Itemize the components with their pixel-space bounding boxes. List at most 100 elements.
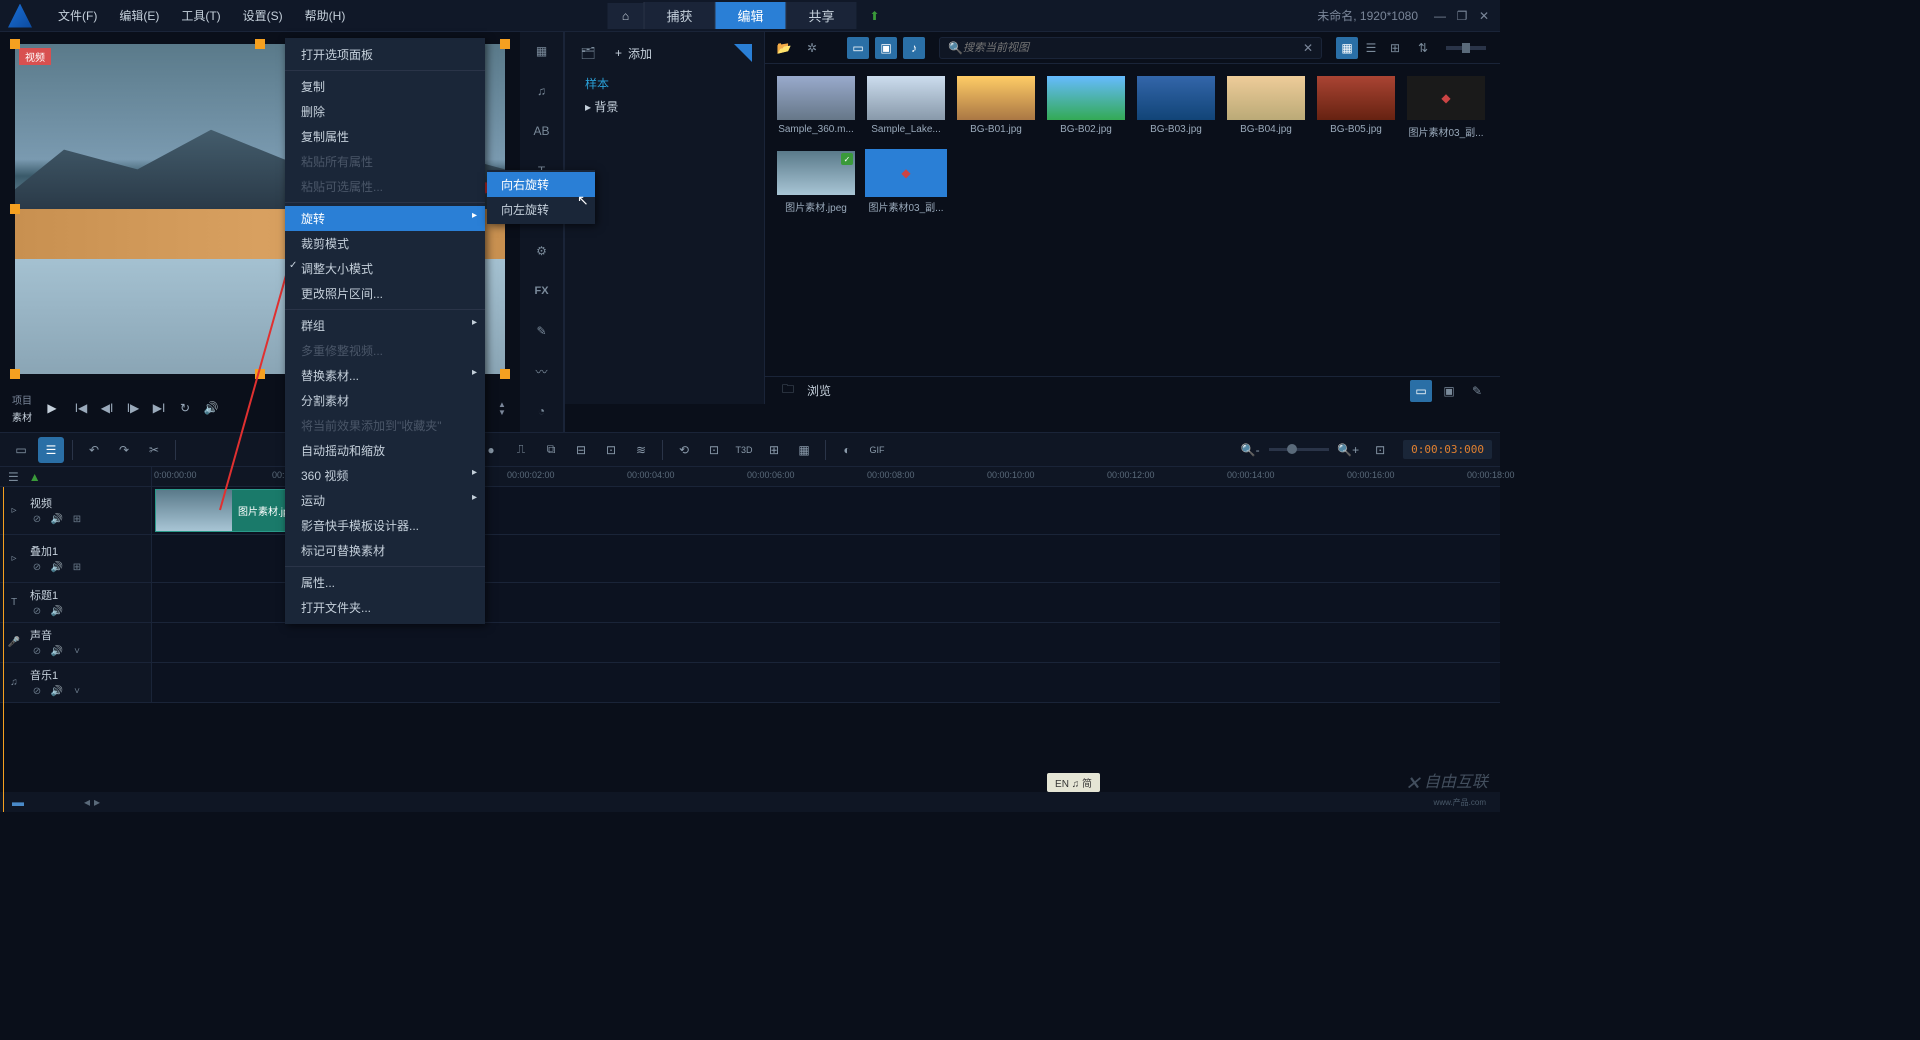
cm-resize-mode[interactable]: 调整大小模式: [285, 256, 485, 281]
track-content[interactable]: [152, 663, 1500, 702]
resize-handle[interactable]: [500, 369, 510, 379]
add-button[interactable]: + 添加: [607, 43, 660, 64]
loop-button[interactable]: ↻: [176, 399, 194, 417]
timeline-view-icon[interactable]: ☰: [38, 437, 64, 463]
thumb-item[interactable]: BG-B01.jpg: [957, 76, 1035, 139]
track-lock-icon[interactable]: ⊘: [30, 645, 44, 659]
music-tool-icon[interactable]: ♫: [528, 80, 556, 102]
filter-tool-icon[interactable]: ⚙: [528, 240, 556, 262]
cm-copy-attrs[interactable]: 复制属性: [285, 124, 485, 149]
volume-button[interactable]: 🔊: [202, 399, 220, 417]
multicam-icon[interactable]: ⊞: [761, 437, 787, 463]
cm-open-folder[interactable]: 打开文件夹...: [285, 595, 485, 620]
next-frame-button[interactable]: I▶: [124, 399, 142, 417]
cm-group[interactable]: 群组: [285, 313, 485, 338]
media-tool-icon[interactable]: ▦: [528, 40, 556, 62]
filter-audio-icon[interactable]: ♪: [903, 37, 925, 59]
timecode-down[interactable]: ▼: [496, 408, 508, 416]
undo-icon[interactable]: ↶: [81, 437, 107, 463]
resize-handle[interactable]: [10, 204, 20, 214]
thumb-item[interactable]: BG-B04.jpg: [1227, 76, 1305, 139]
menu-help[interactable]: 帮助(H): [295, 3, 356, 28]
track-fx-icon[interactable]: ⊞: [70, 561, 84, 575]
track-expand-icon[interactable]: ˅: [70, 645, 84, 659]
subtitle-icon[interactable]: ⊡: [598, 437, 624, 463]
play-button[interactable]: ▶: [40, 396, 64, 420]
ripple-icon[interactable]: ≋: [628, 437, 654, 463]
thumb-item[interactable]: ✓图片素材.jpeg: [777, 151, 855, 214]
mixer-icon[interactable]: ⎍: [508, 437, 534, 463]
thumb-item[interactable]: ◆图片素材03_副...: [867, 151, 945, 214]
thumb-item[interactable]: BG-B02.jpg: [1047, 76, 1125, 139]
material-mode-label[interactable]: 素材: [12, 409, 32, 424]
footer-icon-3[interactable]: ✎: [1466, 380, 1488, 402]
gif-icon[interactable]: GIF: [864, 437, 890, 463]
pan-zoom-icon[interactable]: ▦: [791, 437, 817, 463]
tab-share[interactable]: 共享: [786, 2, 857, 29]
path-tool-icon[interactable]: 〰: [528, 360, 556, 382]
timecode-up[interactable]: ▲: [496, 400, 508, 408]
resize-handle[interactable]: [500, 39, 510, 49]
track-mute-icon[interactable]: 🔊: [50, 605, 64, 619]
browse-folder-icon[interactable]: 🗀: [777, 380, 799, 402]
search-input[interactable]: [963, 42, 1303, 54]
tab-edit[interactable]: 编辑: [714, 2, 785, 29]
scroll-icon[interactable]: ⟲: [671, 437, 697, 463]
menu-file[interactable]: 文件(F): [48, 3, 107, 28]
t3d-icon[interactable]: T3D: [731, 437, 757, 463]
zoom-out-icon[interactable]: 🔍-: [1237, 437, 1263, 463]
tab-capture[interactable]: 捕获: [643, 2, 714, 29]
go-end-button[interactable]: ▶I: [150, 399, 168, 417]
go-start-button[interactable]: I◀: [72, 399, 90, 417]
track-mute-icon[interactable]: 🔊: [50, 561, 64, 575]
search-clear-icon[interactable]: ✕: [1303, 41, 1313, 55]
cut-icon[interactable]: ✂: [141, 437, 167, 463]
thumb-size-slider[interactable]: [1446, 46, 1486, 50]
resize-handle[interactable]: [10, 369, 20, 379]
scroll-left-icon[interactable]: ◂: [84, 795, 90, 809]
footer-icon-1[interactable]: ▭: [1410, 380, 1432, 402]
cm-replace[interactable]: 替换素材...: [285, 363, 485, 388]
transition-tool-icon[interactable]: AB: [528, 120, 556, 142]
cm-properties[interactable]: 属性...: [285, 570, 485, 595]
cm-rotate[interactable]: 旋转: [285, 206, 485, 231]
filter-video-icon[interactable]: ▭: [847, 37, 869, 59]
import-folder-icon[interactable]: 📂: [773, 37, 795, 59]
cm-motion[interactable]: 运动: [285, 488, 485, 513]
cm-copy[interactable]: 复制: [285, 74, 485, 99]
track-lock-icon[interactable]: ⊘: [30, 685, 44, 699]
corner-flag[interactable]: [734, 44, 752, 62]
resize-handle[interactable]: [255, 39, 265, 49]
chapter-icon[interactable]: ⊟: [568, 437, 594, 463]
mask-icon[interactable]: ◐: [834, 437, 860, 463]
cm-open-options[interactable]: 打开选项面板: [285, 42, 485, 67]
view-list-icon[interactable]: ☰: [1360, 37, 1382, 59]
cm-photo-interval[interactable]: 更改照片区间...: [285, 281, 485, 306]
playhead[interactable]: [3, 487, 4, 812]
restore-button[interactable]: ❐: [1454, 8, 1470, 24]
stopwatch-tool-icon[interactable]: ◔: [528, 400, 556, 422]
chain-icon[interactable]: ⧉: [538, 437, 564, 463]
cm-delete[interactable]: 删除: [285, 99, 485, 124]
scroll-right-icon[interactable]: ▸: [94, 795, 100, 809]
track-mute-icon[interactable]: 🔊: [50, 513, 64, 527]
settings-icon[interactable]: ✲: [801, 37, 823, 59]
track-lock-icon[interactable]: ⊘: [30, 605, 44, 619]
footer-icon-2[interactable]: ▣: [1438, 380, 1460, 402]
thumb-item[interactable]: Sample_Lake...: [867, 76, 945, 139]
zoom-slider[interactable]: [1269, 448, 1329, 451]
resize-handle[interactable]: [10, 39, 20, 49]
track-expand-icon[interactable]: ˅: [70, 685, 84, 699]
track-mute-icon[interactable]: 🔊: [50, 645, 64, 659]
view-grid-icon[interactable]: ⊞: [1384, 37, 1406, 59]
redo-icon[interactable]: ↷: [111, 437, 137, 463]
prev-frame-button[interactable]: ◀I: [98, 399, 116, 417]
upload-icon[interactable]: ⬆: [857, 3, 893, 29]
menu-settings[interactable]: 设置(S): [233, 3, 293, 28]
fit-icon[interactable]: ⊡: [1367, 437, 1393, 463]
track-content[interactable]: [152, 623, 1500, 662]
add-track-icon[interactable]: ☰: [8, 470, 19, 484]
project-mode-label[interactable]: 项目: [12, 392, 32, 407]
thumb-item[interactable]: BG-B03.jpg: [1137, 76, 1215, 139]
filter-image-icon[interactable]: ▣: [875, 37, 897, 59]
